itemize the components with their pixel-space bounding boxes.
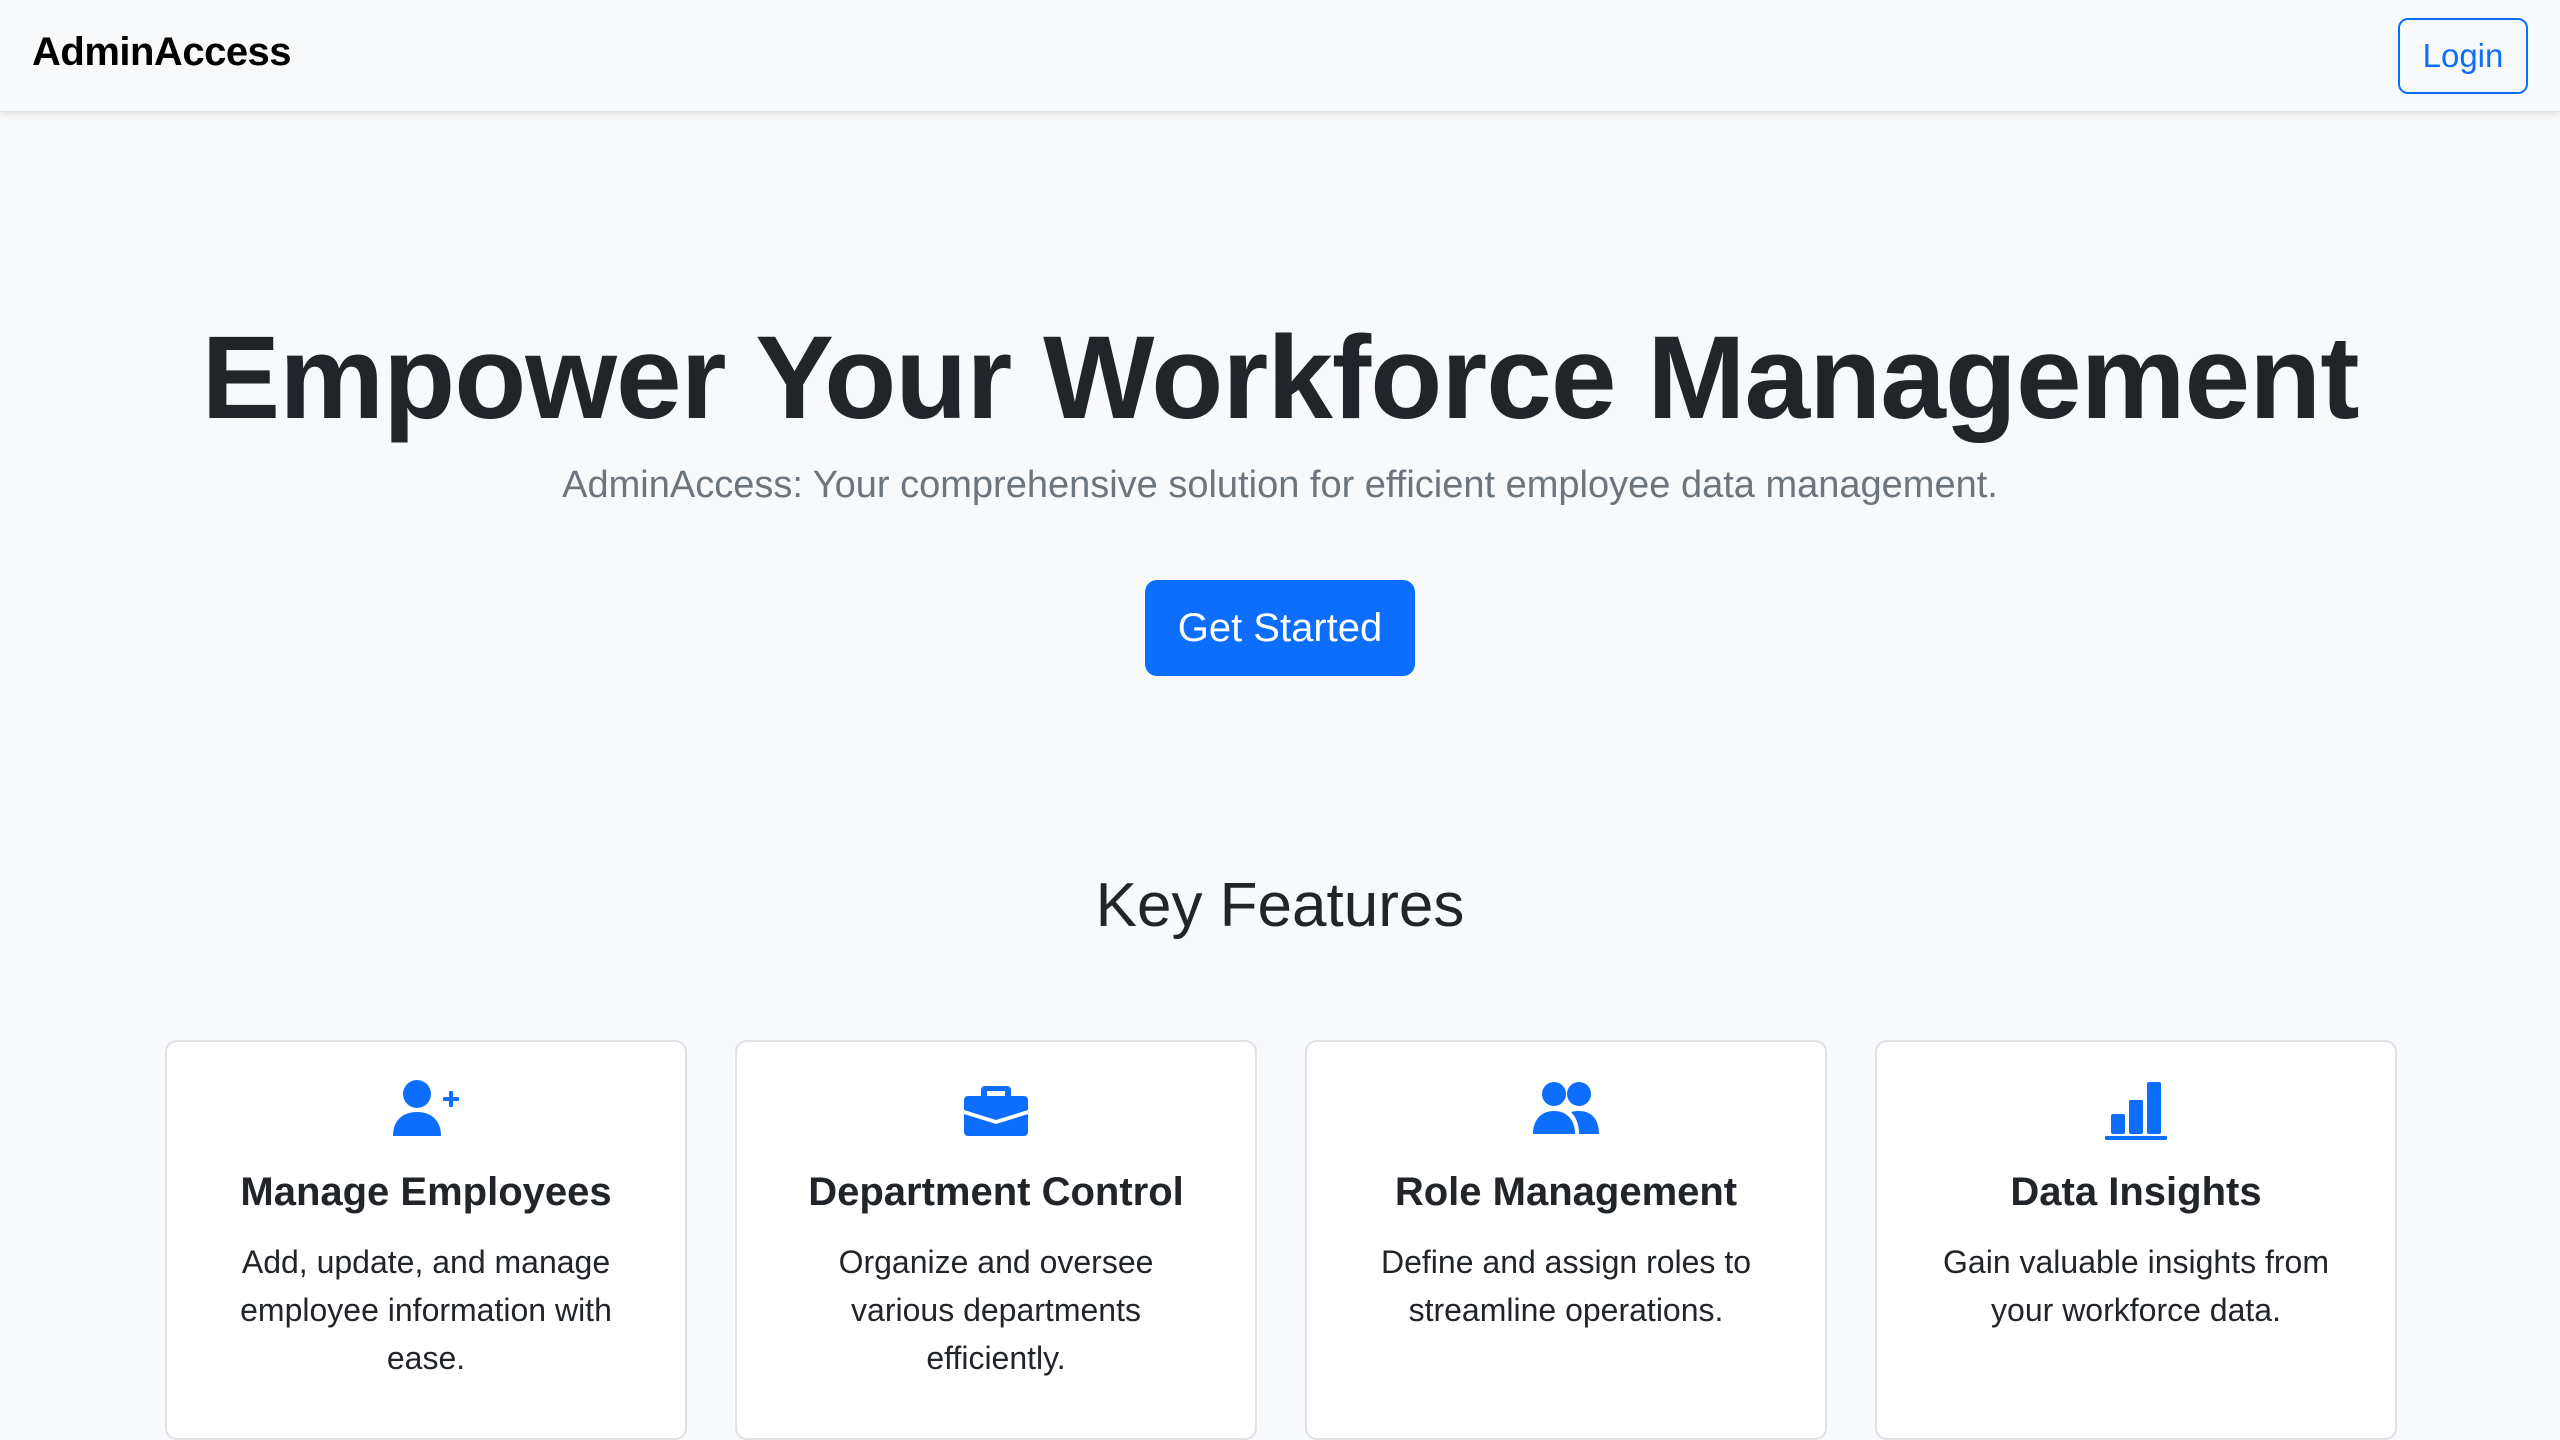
- feature-card-department-control: Department Control Organize and oversee …: [735, 1040, 1257, 1440]
- feature-title: Manage Employees: [240, 1170, 612, 1214]
- feature-description: Gain valuable insights from your workfor…: [1943, 1244, 2329, 1328]
- features-heading: Key Features: [1095, 871, 1465, 940]
- feature-description: Add, update, and manage employee informa…: [240, 1244, 612, 1376]
- brand-logo[interactable]: AdminAccess: [32, 30, 292, 75]
- people-icon: [1531, 1078, 1601, 1142]
- feature-description: Organize and oversee various departments…: [838, 1244, 1154, 1376]
- get-started-button[interactable]: Get Started: [1145, 580, 1415, 676]
- feature-title: Data Insights: [2010, 1170, 2262, 1214]
- feature-card-data-insights: Data Insights Gain valuable insights fro…: [1875, 1040, 2397, 1440]
- login-button[interactable]: Login: [2398, 18, 2528, 94]
- user-plus-icon: [391, 1078, 461, 1142]
- navbar: AdminAccess Login: [0, 0, 2560, 112]
- hero-subtitle: AdminAccess: Your comprehensive solution…: [562, 464, 1998, 506]
- feature-title: Department Control: [808, 1170, 1184, 1214]
- feature-description: Define and assign roles to streamline op…: [1381, 1244, 1751, 1328]
- bar-chart-icon: [2101, 1078, 2171, 1142]
- feature-card-role-management: Role Management Define and assign roles …: [1305, 1040, 1827, 1440]
- feature-title: Role Management: [1394, 1170, 1738, 1214]
- briefcase-icon: [961, 1078, 1031, 1142]
- feature-card-manage-employees: Manage Employees Add, update, and manage…: [165, 1040, 687, 1440]
- hero-title: Empower Your Workforce Management: [201, 312, 2359, 444]
